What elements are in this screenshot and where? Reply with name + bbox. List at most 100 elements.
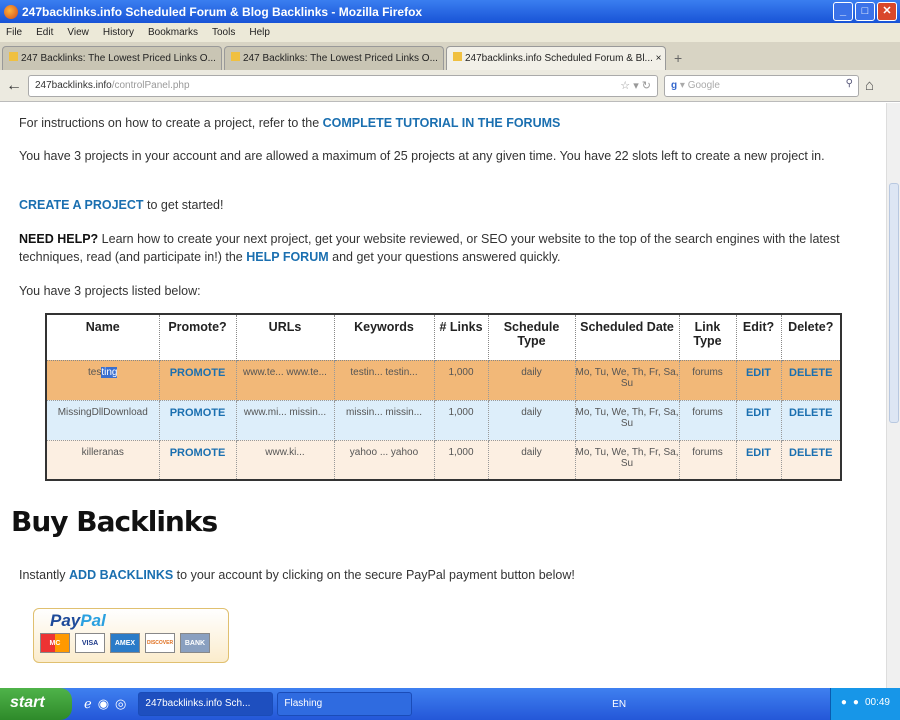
listed-text: You have 3 projects listed below: xyxy=(19,284,201,298)
ie-icon[interactable]: ℯ xyxy=(84,696,92,712)
keywords: testin... testin... xyxy=(333,359,435,401)
tab-close-icon[interactable]: × xyxy=(656,53,662,64)
edit-link[interactable]: EDIT xyxy=(746,447,771,459)
favicon-icon xyxy=(231,52,240,61)
edit-link[interactable]: EDIT xyxy=(746,407,771,419)
taskbar: start ℯ ◉ ◎ 247backlinks.info Sch... Fla… xyxy=(0,688,900,720)
keywords: missin... missin... xyxy=(333,399,435,441)
schedule-type: daily xyxy=(487,399,576,441)
tab-bar: 247 Backlinks: The Lowest Priced Links O… xyxy=(0,42,900,70)
tab-2[interactable]: 247 Backlinks: The Lowest Priced Links O… xyxy=(224,46,444,70)
col-edit: Edit? xyxy=(735,313,782,361)
col-promote: Promote? xyxy=(158,313,237,361)
paypal-logo: PayPal xyxy=(50,611,106,630)
delete-link[interactable]: DELETE xyxy=(789,407,832,419)
window-title: 247backlinks.info Scheduled Forum & Blog… xyxy=(22,4,423,19)
bookmark-star-icon[interactable]: ☆ xyxy=(620,80,630,92)
scheduled-date: Mo, Tu, We, Th, Fr, Sa, Su xyxy=(574,359,680,401)
search-icon[interactable]: ⚲ xyxy=(846,78,853,89)
keywords: yahoo ... yahoo xyxy=(333,439,435,481)
mastercard-icon: MC xyxy=(40,633,70,653)
schedule-type: daily xyxy=(487,439,576,481)
minimize-button[interactable]: _ xyxy=(833,2,853,21)
col-scheduled-date: Scheduled Date xyxy=(574,313,680,361)
tutorial-link[interactable]: COMPLETE TUTORIAL IN THE FORUMS xyxy=(323,116,561,130)
help-forum-link[interactable]: HELP FORUM xyxy=(246,250,328,264)
scrollbar[interactable] xyxy=(886,103,900,688)
create-line: CREATE A PROJECT to get started! xyxy=(19,196,864,214)
bank-icon: BANK xyxy=(180,633,210,653)
menu-bar: File Edit View History Bookmarks Tools H… xyxy=(0,23,900,42)
urls: www.mi... missin... xyxy=(235,399,335,441)
text: to your account by clicking on the secur… xyxy=(173,568,575,582)
url-domain: 247backlinks.info xyxy=(35,79,112,91)
col-delete: Delete? xyxy=(780,313,842,361)
maximize-button[interactable]: □ xyxy=(855,2,875,21)
name-selected: ting xyxy=(101,366,118,378)
text: to get started! xyxy=(143,198,224,212)
menu-edit[interactable]: Edit xyxy=(36,27,53,38)
paypal-button[interactable]: PayPal MC VISA AMEX DISCOVER BANK xyxy=(33,608,229,663)
close-button[interactable]: ✕ xyxy=(877,2,897,21)
create-project-link[interactable]: CREATE A PROJECT xyxy=(19,198,144,212)
edit-link[interactable]: EDIT xyxy=(746,367,771,379)
table-row: killeranas PROMOTE www.ki... yahoo ... y… xyxy=(45,439,842,481)
projects-table: Name Promote? URLs Keywords # Links Sche… xyxy=(45,313,842,481)
tab-label: 247backlinks.info Scheduled Forum & Bl..… xyxy=(465,53,653,64)
menu-history[interactable]: History xyxy=(103,27,134,38)
url-path: /controlPanel.php xyxy=(111,79,190,91)
name-part: tes xyxy=(88,366,102,378)
delete-link[interactable]: DELETE xyxy=(789,447,832,459)
page-content: For instructions on how to create a proj… xyxy=(0,103,886,688)
tab-3-active[interactable]: 247backlinks.info Scheduled Forum & Bl..… xyxy=(446,46,666,70)
reload-icon[interactable]: ↻ xyxy=(642,80,651,92)
menu-file[interactable]: File xyxy=(6,27,22,38)
title-bar: 247backlinks.info Scheduled Forum & Blog… xyxy=(0,0,900,23)
menu-help[interactable]: Help xyxy=(249,27,270,38)
links-count: 1,000 xyxy=(433,439,489,481)
link-type: forums xyxy=(678,399,737,441)
new-tab-button[interactable]: + xyxy=(668,50,688,70)
add-backlinks-link[interactable]: ADD BACKLINKS xyxy=(69,568,173,582)
promote-link[interactable]: PROMOTE xyxy=(170,367,226,379)
taskbar-item-flashing[interactable]: Flashing xyxy=(277,692,413,716)
firefox-quicklaunch-icon[interactable]: ◉ xyxy=(98,696,109,712)
google-icon: g xyxy=(671,79,678,91)
col-keywords: Keywords xyxy=(333,313,435,361)
discover-icon: DISCOVER xyxy=(145,633,175,653)
search-input[interactable]: g ▾ Google ⚲ xyxy=(664,74,859,97)
visa-icon: VISA xyxy=(75,633,105,653)
tab-label: 247 Backlinks: The Lowest Priced Links O… xyxy=(21,53,216,64)
menu-bookmarks[interactable]: Bookmarks xyxy=(148,27,198,38)
start-button[interactable]: start xyxy=(0,688,72,720)
tab-1[interactable]: 247 Backlinks: The Lowest Priced Links O… xyxy=(2,46,222,70)
promote-link[interactable]: PROMOTE xyxy=(170,407,226,419)
scheduled-date: Mo, Tu, We, Th, Fr, Sa, Su xyxy=(574,399,680,441)
urls: www.te... www.te... xyxy=(235,359,335,401)
urls: www.ki... xyxy=(235,439,335,481)
col-link-type: Link Type xyxy=(678,313,737,361)
text: and get your questions answered quickly. xyxy=(328,250,561,264)
taskbar-item-firefox[interactable]: 247backlinks.info Sch... xyxy=(138,692,274,716)
nav-bar: ← 247backlinks.info/controlPanel.php ☆ ▾… xyxy=(0,70,900,102)
explorer-icon[interactable]: ◎ xyxy=(115,696,126,712)
col-schedule-type: Schedule Type xyxy=(487,313,576,361)
instructions: For instructions on how to create a proj… xyxy=(19,114,864,132)
project-name: killeranas xyxy=(45,439,160,481)
text: Instantly xyxy=(19,568,70,582)
scrollbar-thumb[interactable] xyxy=(889,183,899,423)
delete-link[interactable]: DELETE xyxy=(789,367,832,379)
tray-icon[interactable]: ● xyxy=(841,697,847,711)
favicon-icon xyxy=(9,52,18,61)
menu-view[interactable]: View xyxy=(67,27,89,38)
url-bar[interactable]: 247backlinks.info/controlPanel.php ☆ ▾ ↻ xyxy=(28,74,658,97)
home-icon[interactable]: ⌂ xyxy=(865,77,874,94)
help-paragraph: NEED HELP? Learn how to create your next… xyxy=(19,230,864,266)
links-count: 1,000 xyxy=(433,399,489,441)
clock: 00:49 xyxy=(864,697,890,708)
tray-icon[interactable]: ● xyxy=(853,697,859,711)
promote-link[interactable]: PROMOTE xyxy=(170,447,226,459)
menu-tools[interactable]: Tools xyxy=(212,27,235,38)
language-indicator[interactable]: EN xyxy=(612,699,626,710)
back-arrow-icon[interactable]: ← xyxy=(6,77,22,95)
